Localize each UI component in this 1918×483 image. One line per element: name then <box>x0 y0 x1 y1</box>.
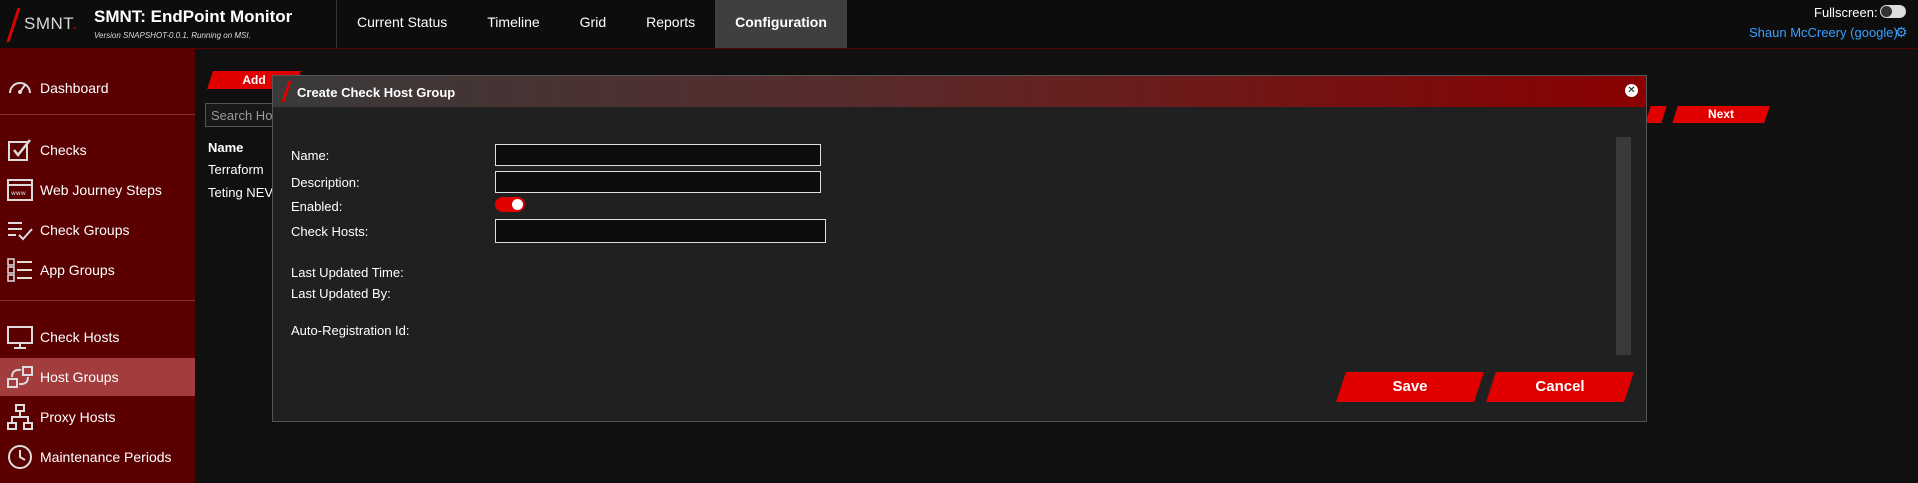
checkbox-icon <box>8 139 31 161</box>
dialog-scrollbar[interactable] <box>1616 137 1631 355</box>
sidebar-item-check-groups[interactable]: Check Groups <box>0 211 195 249</box>
sidebar-item-label: Web Journey Steps <box>40 182 162 198</box>
sidebar-item-label: Maintenance Periods <box>40 449 172 465</box>
sidebar-item-checks[interactable]: Checks <box>0 131 195 169</box>
name-label: Name: <box>291 148 330 163</box>
browser-icon: www <box>7 179 33 201</box>
sidebar-item-label: Proxy Hosts <box>40 409 116 425</box>
tab-timeline[interactable]: Timeline <box>467 0 559 48</box>
sidebar-divider <box>0 300 195 301</box>
last-updated-time-label: Last Updated Time: <box>291 265 404 280</box>
app-version: Version SNAPSHOT-0.0.1. Running on MSI. <box>94 31 251 40</box>
dialog-header: Create Check Host Group ✕ <box>273 76 1646 107</box>
tab-grid[interactable]: Grid <box>560 0 626 48</box>
fullscreen-label: Fullscreen: <box>1814 5 1878 20</box>
description-label: Description: <box>291 175 360 190</box>
sidebar-item-app-groups[interactable]: App Groups <box>0 251 195 289</box>
close-icon[interactable]: ✕ <box>1625 84 1638 97</box>
last-updated-by-label: Last Updated By: <box>291 286 391 301</box>
sidebar-item-proxy-hosts[interactable]: Proxy Hosts <box>0 398 195 436</box>
description-field[interactable] <box>495 171 821 193</box>
header-slash <box>281 81 292 102</box>
monitor-icon <box>7 326 33 349</box>
host-groups-icon <box>7 366 33 388</box>
tab-current-status[interactable]: Current Status <box>337 0 467 48</box>
sidebar-item-host-groups[interactable]: Host Groups <box>0 358 195 396</box>
previous-button[interactable] <box>1645 106 1667 123</box>
next-button[interactable]: Next <box>1672 106 1770 123</box>
sidebar-item-label: App Groups <box>40 262 115 278</box>
save-button-label: Save <box>1392 378 1428 395</box>
search-input[interactable]: Search Ho <box>205 103 275 127</box>
fullscreen-toggle[interactable] <box>1880 5 1906 18</box>
gear-icon[interactable]: ⚙ <box>1895 24 1908 41</box>
sidebar-item-maintenance-periods[interactable]: Maintenance Periods <box>0 438 195 476</box>
check-hosts-label: Check Hosts: <box>291 224 369 239</box>
list-item[interactable]: Teting NEV <box>208 185 273 200</box>
app-title: SMNT: EndPoint Monitor <box>94 7 293 26</box>
save-button[interactable]: Save <box>1336 372 1484 402</box>
sidebar-item-web-journey-steps[interactable]: www Web Journey Steps <box>0 171 195 209</box>
clock-icon <box>8 445 32 469</box>
cancel-button[interactable]: Cancel <box>1486 372 1634 402</box>
auto-registration-id-label: Auto-Registration Id: <box>291 323 410 338</box>
dialog-title: Create Check Host Group <box>297 85 456 100</box>
list-item[interactable]: Terraform <box>208 162 264 177</box>
main-nav: Current Status Timeline Grid Reports Con… <box>337 0 847 48</box>
sidebar-item-label: Checks <box>40 142 87 158</box>
enabled-toggle-knob <box>512 199 523 210</box>
sidebar-item-label: Check Groups <box>40 222 130 238</box>
sidebar-item-label: Check Hosts <box>40 329 120 345</box>
checklist-icon <box>8 222 33 241</box>
cancel-button-label: Cancel <box>1535 378 1585 395</box>
sidebar-item-label: Host Groups <box>40 369 119 385</box>
sidebar-item-dashboard[interactable]: Dashboard <box>0 69 195 107</box>
logo-slash <box>6 8 21 42</box>
enabled-toggle[interactable] <box>495 197 525 212</box>
check-hosts-field[interactable] <box>495 219 826 243</box>
sidebar-item-check-hosts[interactable]: Check Hosts <box>0 318 195 356</box>
app-logo: SMNT. <box>6 6 86 42</box>
user-link[interactable]: Shaun McCreery (google) <box>1749 25 1898 40</box>
name-field[interactable] <box>495 144 821 166</box>
logo-text: SMNT. <box>24 14 78 33</box>
tab-configuration[interactable]: Configuration <box>715 0 847 48</box>
fullscreen-toggle-knob <box>1881 6 1892 17</box>
svg-text:www: www <box>11 190 26 197</box>
dashboard-icon <box>9 82 31 94</box>
network-icon <box>7 404 33 430</box>
enabled-label: Enabled: <box>291 199 343 214</box>
next-button-label: Next <box>1707 107 1734 121</box>
top-bar: SMNT. SMNT: EndPoint Monitor Version SNA… <box>0 0 1918 49</box>
tab-reports[interactable]: Reports <box>626 0 715 48</box>
list-icon <box>7 258 32 282</box>
sidebar-item-label: Dashboard <box>40 80 109 96</box>
create-host-group-dialog: Create Check Host Group ✕ Name: Descript… <box>272 75 1647 422</box>
sidebar: Dashboard Checks www Web Journey Steps C… <box>0 49 195 483</box>
column-header-name[interactable]: Name <box>208 140 243 155</box>
sidebar-divider <box>0 114 195 115</box>
